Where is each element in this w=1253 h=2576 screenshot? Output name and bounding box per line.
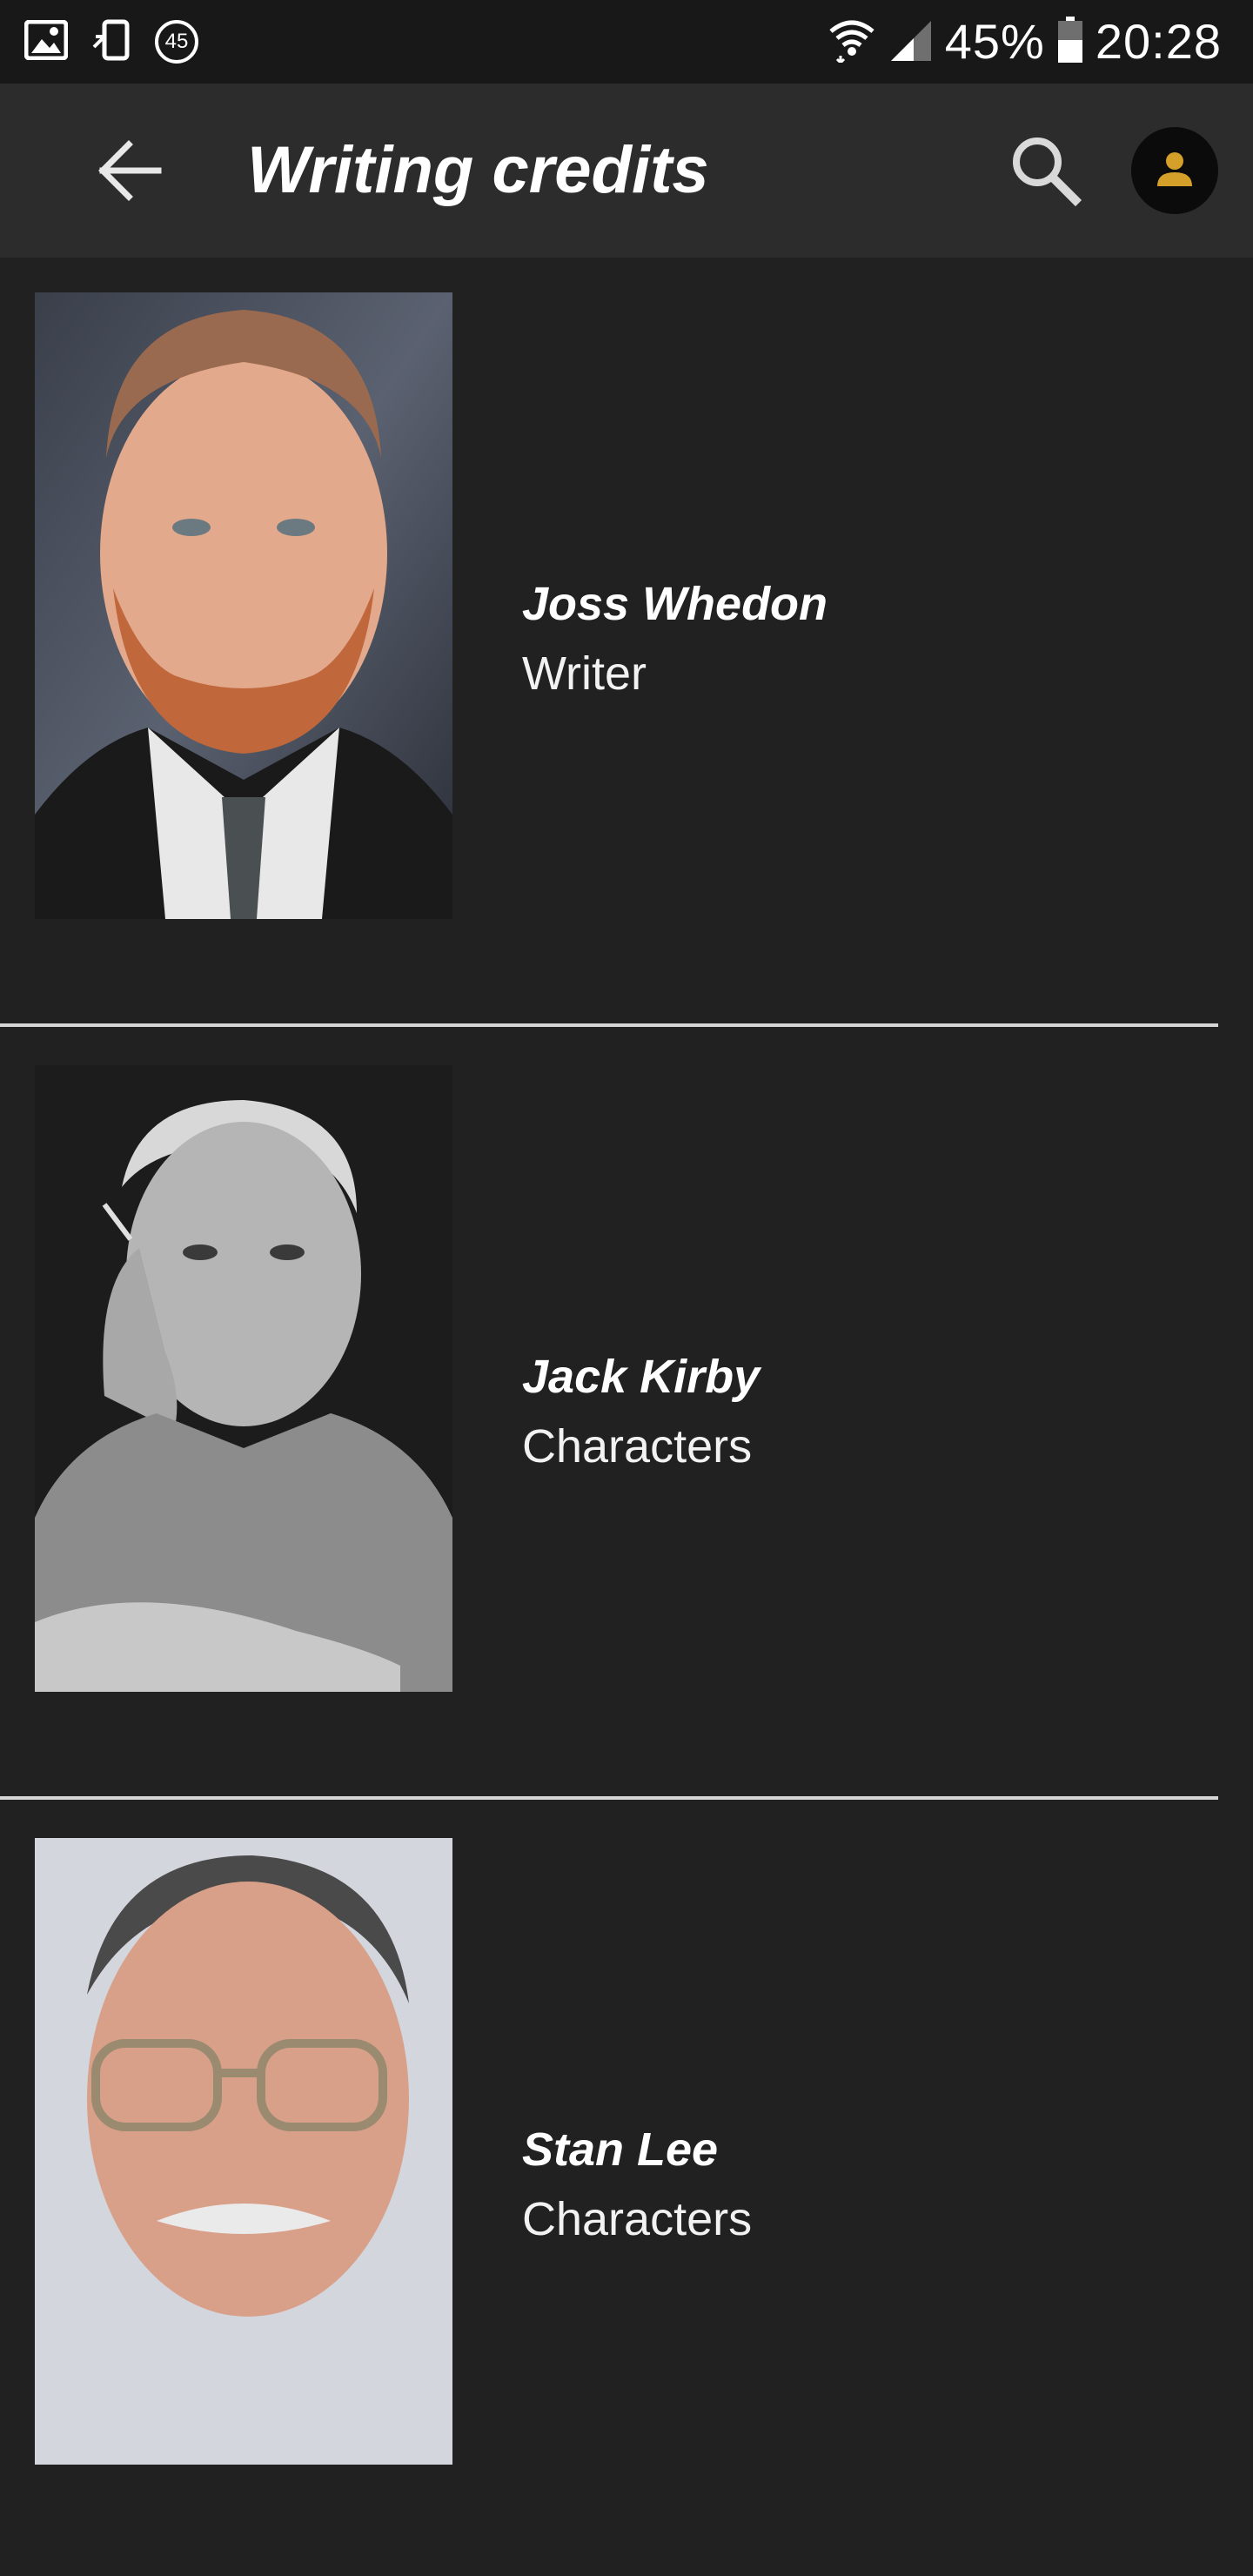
credit-row[interactable]: Stan Lee Characters — [0, 1803, 1253, 2576]
credit-row[interactable]: Jack Kirby Characters — [0, 1030, 1253, 1803]
account-icon — [1154, 148, 1196, 194]
person-role: Characters — [522, 2193, 753, 2245]
person-photo — [35, 1838, 452, 2465]
image-icon — [23, 19, 69, 64]
status-bar: 45 45% 20:28 — [0, 0, 1253, 84]
search-button[interactable] — [1006, 131, 1086, 211]
clock: 20:28 — [1095, 14, 1222, 69]
signal-icon — [888, 17, 933, 67]
credits-list: Joss Whedon Writer Jack Kirby Characters — [0, 258, 1253, 2576]
battery-icon — [1057, 16, 1083, 68]
person-name: Joss Whedon — [522, 578, 828, 630]
row-divider — [0, 1023, 1218, 1027]
person-role: Characters — [522, 1420, 753, 1472]
status-bar-left: 45 — [23, 16, 198, 68]
person-photo — [35, 1065, 452, 1692]
back-button[interactable] — [94, 134, 167, 207]
person-name: Jack Kirby — [522, 1351, 761, 1403]
notification-count-badge: 45 — [155, 20, 198, 64]
battery-percent: 45% — [944, 14, 1045, 69]
person-photo — [35, 292, 452, 919]
page-title: Writing credits — [247, 133, 709, 207]
wifi-icon — [828, 17, 875, 67]
search-icon — [1006, 138, 1086, 214]
status-bar-right: 45% 20:28 — [828, 10, 1222, 73]
phone-sync-icon — [90, 19, 132, 65]
row-divider — [0, 1796, 1218, 1800]
account-button[interactable] — [1131, 127, 1218, 214]
person-name: Stan Lee — [522, 2123, 719, 2176]
person-role: Writer — [522, 647, 647, 700]
app-bar: Writing credits — [0, 84, 1253, 258]
back-arrow-icon — [94, 140, 167, 211]
credit-row[interactable]: Joss Whedon Writer — [0, 258, 1253, 1030]
